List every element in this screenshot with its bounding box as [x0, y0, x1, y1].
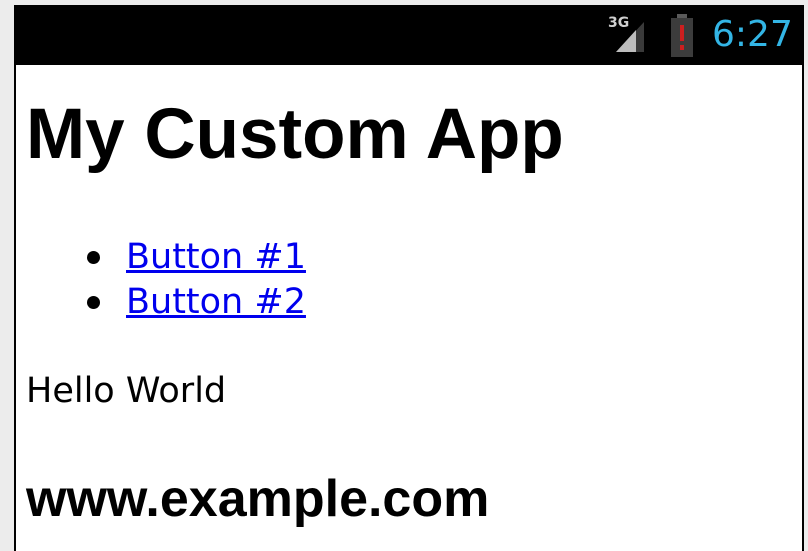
network-indicator: 3G: [608, 16, 648, 56]
status-bar: 3G 6:27: [14, 5, 804, 65]
page-title: My Custom App: [26, 95, 564, 174]
phone-screen: 3G 6:27 My Custom App Button #1 Button #…: [14, 5, 804, 551]
bullet-icon: [87, 296, 100, 309]
bullet-icon: [87, 251, 100, 264]
battery-alert-icon: [671, 14, 693, 57]
list-item: Button #2: [86, 280, 306, 325]
button-list: Button #1 Button #2: [86, 235, 306, 325]
status-clock: 6:27: [712, 14, 793, 55]
greeting-text: Hello World: [26, 371, 227, 411]
signal-icon: [616, 22, 644, 52]
webview-content: My Custom App Button #1 Button #2 Hello …: [14, 65, 804, 551]
list-item: Button #1: [86, 235, 306, 280]
website-heading: www.example.com: [26, 470, 490, 528]
button-2-link[interactable]: Button #2: [126, 282, 306, 322]
button-1-link[interactable]: Button #1: [126, 237, 306, 277]
